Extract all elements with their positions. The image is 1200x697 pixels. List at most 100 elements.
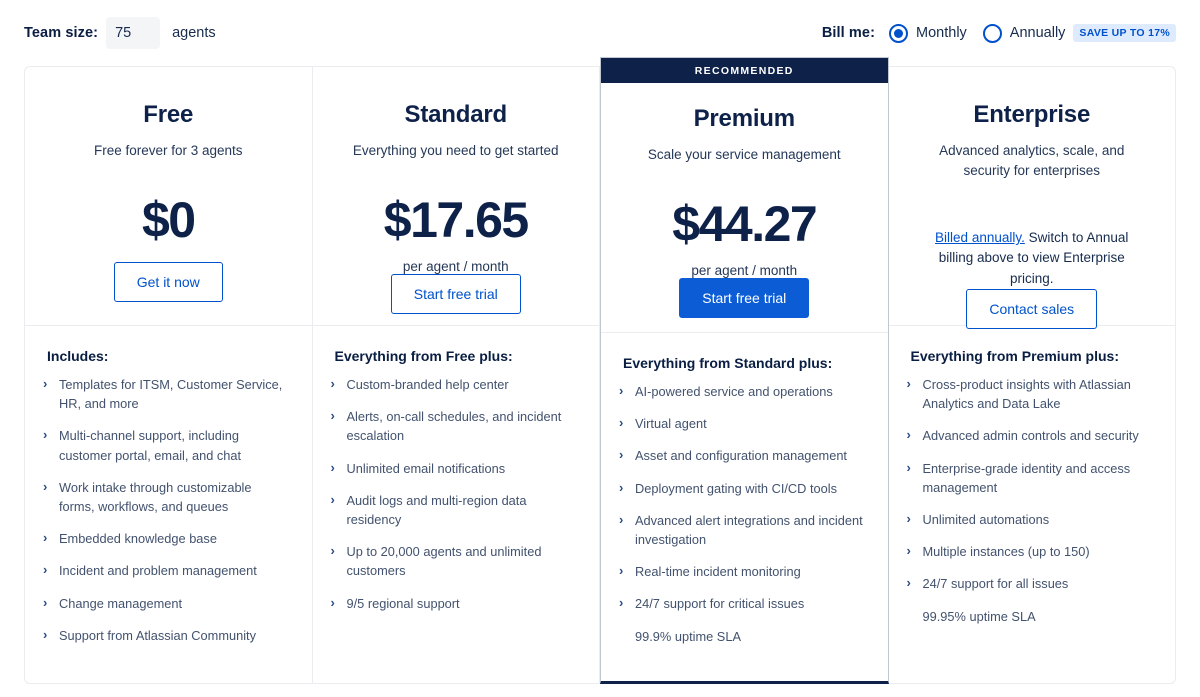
plan-cta-wrap-free: Get it now xyxy=(113,262,223,302)
chevron-right-icon: › xyxy=(43,530,48,546)
list-item: › Up to 20,000 agents and unlimited custo… xyxy=(331,542,578,580)
plan-header-free: Free Free forever for 3 agents $0 Get it… xyxy=(25,67,312,326)
chevron-right-icon: › xyxy=(43,478,48,494)
chevron-right-icon: › xyxy=(619,447,624,463)
pricing-cards: Free Free forever for 3 agents $0 Get it… xyxy=(24,57,1176,684)
feature-text: Audit logs and multi-region data residen… xyxy=(346,492,527,527)
plan-card-free: Free Free forever for 3 agents $0 Get it… xyxy=(24,66,313,684)
list-item: › Alerts, on-call schedules, and incident… xyxy=(331,407,578,445)
radio-annually-icon[interactable] xyxy=(982,23,1002,43)
list-item: › Real-time incident monitoring xyxy=(619,562,866,581)
chevron-right-icon: › xyxy=(43,594,48,610)
feature-text: Templates for ITSM, Customer Service, HR… xyxy=(59,377,283,412)
chevron-right-icon: › xyxy=(619,479,624,495)
plan-price-unit-standard: per agent / month xyxy=(402,258,509,274)
list-item: › Advanced alert integrations and inciden… xyxy=(619,511,866,549)
plan-name-premium: Premium xyxy=(693,105,796,132)
feature-text: Alerts, on-call schedules, and incident … xyxy=(346,409,562,444)
start-free-trial-standard-button[interactable]: Start free trial xyxy=(390,273,521,314)
plan-price-premium: $44.27 xyxy=(672,195,817,252)
chevron-right-icon: › xyxy=(330,376,335,391)
list-item: › 24/7 support for critical issues xyxy=(619,594,866,613)
list-item: › Virtual agent xyxy=(619,414,866,433)
billing-option-monthly-label: Monthly xyxy=(916,25,967,41)
plan-features-free: Includes: › Templates for ITSM, Customer … xyxy=(25,326,312,658)
billed-annually-link[interactable]: Billed annually. xyxy=(935,230,1025,245)
list-item: › Enterprise-grade identity and access ma… xyxy=(907,459,1154,497)
start-free-trial-premium-button[interactable]: Start free trial xyxy=(679,277,810,318)
plan-features-premium: Everything from Standard plus: › AI-power… xyxy=(601,333,888,659)
list-item: › Change management xyxy=(43,594,290,613)
list-item: › 24/7 support for all issues xyxy=(907,574,1154,593)
chevron-right-icon: › xyxy=(906,427,911,443)
chevron-right-icon: › xyxy=(619,595,624,611)
team-size-input[interactable] xyxy=(106,17,161,49)
chevron-right-icon: › xyxy=(330,491,335,507)
features-title-enterprise: Everything from Premium plus: xyxy=(910,348,1119,364)
feature-text: AI-powered service and operations xyxy=(635,384,833,399)
list-item: › AI-powered service and operations xyxy=(619,382,866,401)
plan-tagline-standard: Everything you need to get started xyxy=(352,143,559,158)
plan-price-free: $0 xyxy=(141,191,196,248)
feature-text: Unlimited email notifications xyxy=(346,460,506,476)
chevron-right-icon: › xyxy=(619,383,624,398)
contact-sales-button[interactable]: Contact sales xyxy=(966,288,1098,329)
feature-text: Multiple instances (up to 150) xyxy=(922,544,1090,560)
billing-option-monthly[interactable]: Monthly xyxy=(889,23,967,43)
recommended-ribbon: RECOMMENDED xyxy=(601,58,888,83)
chevron-right-icon: › xyxy=(43,626,48,642)
plan-features-enterprise: Everything from Premium plus: › Cross-pro… xyxy=(889,326,1176,639)
plan-cta-wrap-standard: Start free trial xyxy=(390,273,521,314)
feature-list-free: › Templates for ITSM, Customer Service, H… xyxy=(43,375,290,645)
feature-text: 24/7 support for all issues xyxy=(922,576,1069,592)
feature-text: Asset and configuration management xyxy=(635,448,847,464)
chevron-right-icon: › xyxy=(906,543,911,559)
feature-text: Up to 20,000 agents and unlimited custom… xyxy=(346,544,542,579)
list-item: › Embedded knowledge base xyxy=(43,529,290,548)
feature-list-enterprise: › Cross-product insights with Atlassian A… xyxy=(907,375,1154,626)
enterprise-billing-note: Billed annually. Switch to Annual billin… xyxy=(924,228,1139,289)
list-item: › Support from Atlassian Community xyxy=(43,626,290,645)
get-it-now-button[interactable]: Get it now xyxy=(113,262,223,302)
list-item-sla: ›99.95% uptime SLA xyxy=(907,607,1154,626)
plan-price-standard: $17.65 xyxy=(383,191,529,248)
chevron-right-icon: › xyxy=(619,511,624,527)
chevron-right-icon: › xyxy=(43,376,48,391)
feature-text: 9/5 regional support xyxy=(346,595,460,611)
features-title-free: Includes: xyxy=(47,348,109,364)
team-size-unit-label: agents xyxy=(172,25,216,41)
plan-tagline-premium: Scale your service management xyxy=(647,147,841,162)
list-item: › Multiple instances (up to 150) xyxy=(907,542,1154,561)
list-item: › Work intake through customizable forms,… xyxy=(43,478,290,516)
list-item: › Cross-product insights with Atlassian A… xyxy=(907,375,1154,413)
chevron-right-icon: › xyxy=(906,459,911,475)
feature-text: Advanced admin controls and security xyxy=(922,428,1139,444)
plan-price-unit-premium: per agent / month xyxy=(691,262,798,278)
feature-text: Work intake through customizable forms, … xyxy=(59,479,252,514)
features-title-standard: Everything from Free plus: xyxy=(334,348,513,364)
feature-text: Advanced alert integrations and incident… xyxy=(635,512,863,547)
chevron-right-icon: › xyxy=(906,510,911,526)
billing-option-annually[interactable]: Annually xyxy=(982,23,1065,43)
feature-list-standard: › Custom-branded help center › Alerts, on-… xyxy=(331,375,578,613)
feature-text: Change management xyxy=(59,595,183,611)
list-item: › Unlimited automations xyxy=(907,510,1154,529)
list-item: › Templates for ITSM, Customer Service, H… xyxy=(43,375,290,413)
plan-tagline-enterprise: Advanced analytics, scale, and security … xyxy=(939,143,1125,178)
list-item: › Custom-branded help center xyxy=(331,375,578,394)
chevron-right-icon: › xyxy=(330,594,335,610)
chevron-right-icon: › xyxy=(906,575,911,591)
radio-monthly-icon[interactable] xyxy=(889,23,909,43)
feature-text: Custom-branded help center xyxy=(346,377,509,392)
chevron-right-icon: › xyxy=(330,459,335,475)
feature-text: Enterprise-grade identity and access man… xyxy=(922,460,1131,495)
chevron-right-icon: › xyxy=(43,562,48,578)
feature-text: Multi-channel support, including custome… xyxy=(59,428,242,463)
feature-text: Unlimited automations xyxy=(922,511,1050,527)
plan-card-premium: RECOMMENDED Premium Scale your service m… xyxy=(600,57,889,684)
chevron-right-icon: › xyxy=(619,415,624,431)
chevron-right-icon: › xyxy=(906,376,911,391)
list-item-sla: ›99.9% uptime SLA xyxy=(619,627,866,646)
plan-cta-wrap-premium: Start free trial xyxy=(679,277,810,318)
chevron-right-icon: › xyxy=(330,408,335,424)
